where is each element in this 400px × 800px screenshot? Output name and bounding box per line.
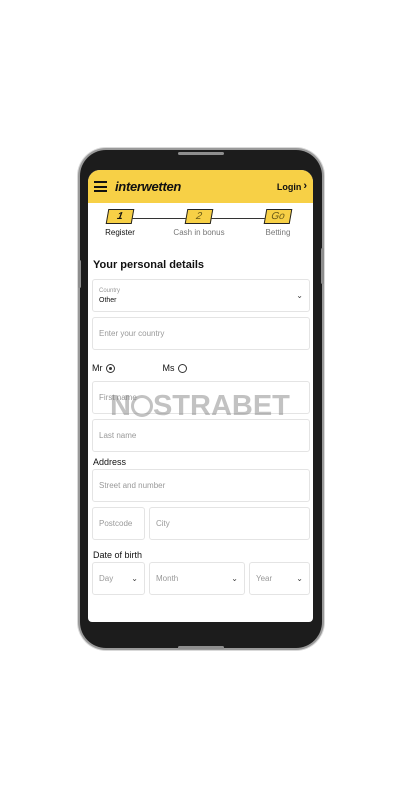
step-badge: Go xyxy=(263,209,293,224)
step-betting: Go Betting xyxy=(248,209,308,237)
step-register: 1 Register xyxy=(90,209,150,237)
date-of-birth-label: Date of birth xyxy=(93,550,143,560)
country-value: Other xyxy=(99,296,117,304)
radio-checked-icon[interactable] xyxy=(105,363,115,373)
section-title: Your personal details xyxy=(93,259,205,271)
country-input-placeholder: Enter your country xyxy=(99,329,165,338)
gender-selector: Mr Ms xyxy=(92,355,310,381)
date-of-birth-row: Day ⌄ Month ⌄ Year ⌄ xyxy=(92,562,310,603)
dob-month-select[interactable]: Month ⌄ xyxy=(149,562,245,595)
dob-month-placeholder: Month xyxy=(156,574,179,583)
hamburger-menu-icon[interactable] xyxy=(94,181,107,192)
gender-ms-option[interactable]: Ms xyxy=(163,363,187,373)
chevron-down-icon: ⌄ xyxy=(296,573,303,583)
login-link[interactable]: Login › xyxy=(277,181,307,192)
chevron-right-icon: › xyxy=(303,180,307,192)
chevron-down-icon: ⌄ xyxy=(296,290,303,300)
address-label: Address xyxy=(93,457,127,467)
step-label: Betting xyxy=(265,228,291,237)
step-label: Cash in bonus xyxy=(173,228,225,237)
app-header: interwetten Login › xyxy=(88,170,313,203)
step-label: Register xyxy=(105,228,135,237)
gender-mr-option[interactable]: Mr xyxy=(92,363,115,373)
country-select[interactable]: Country Other ⌄ xyxy=(92,279,310,312)
registration-steps: 1 Register 2 Cash in bonus Go Betting xyxy=(88,209,313,251)
gender-mr-label: Mr xyxy=(92,363,103,373)
postcode-city-row: Postcode City xyxy=(92,507,310,548)
dob-year-placeholder: Year xyxy=(256,574,273,583)
phone-volume-button xyxy=(78,260,81,288)
dob-day-placeholder: Day xyxy=(99,574,114,583)
country-input[interactable]: Enter your country xyxy=(92,317,310,350)
postcode-placeholder: Postcode xyxy=(99,519,133,528)
postcode-input[interactable]: Postcode xyxy=(92,507,145,540)
country-label: Country xyxy=(99,287,121,294)
brand-logo[interactable]: interwetten xyxy=(115,179,181,194)
last-name-input[interactable]: Last name xyxy=(92,419,310,452)
first-name-placeholder: First name xyxy=(99,393,137,402)
street-input[interactable]: Street and number xyxy=(92,469,310,502)
chevron-down-icon: ⌄ xyxy=(131,573,138,583)
city-placeholder: City xyxy=(156,519,170,528)
street-placeholder: Street and number xyxy=(99,481,166,490)
login-label: Login xyxy=(276,181,302,192)
chevron-down-icon: ⌄ xyxy=(231,573,238,583)
phone-screen: interwetten Login › 1 Register 2 Cash in… xyxy=(88,170,313,622)
dob-year-select[interactable]: Year ⌄ xyxy=(249,562,310,595)
gender-ms-label: Ms xyxy=(162,363,175,373)
radio-unchecked-icon[interactable] xyxy=(177,363,187,373)
step-badge: 2 xyxy=(184,209,214,224)
first-name-input[interactable]: First name xyxy=(92,381,310,414)
dob-day-select[interactable]: Day ⌄ xyxy=(92,562,145,595)
city-input[interactable]: City xyxy=(149,507,310,540)
step-badge: 1 xyxy=(105,209,135,224)
personal-details-form: Your personal details Country Other ⌄ En… xyxy=(88,259,313,603)
phone-speaker xyxy=(178,152,224,155)
step-cash-in-bonus: 2 Cash in bonus xyxy=(169,209,229,237)
phone-side-button xyxy=(321,248,324,284)
last-name-placeholder: Last name xyxy=(99,431,137,440)
phone-bottom-bar xyxy=(178,646,224,649)
